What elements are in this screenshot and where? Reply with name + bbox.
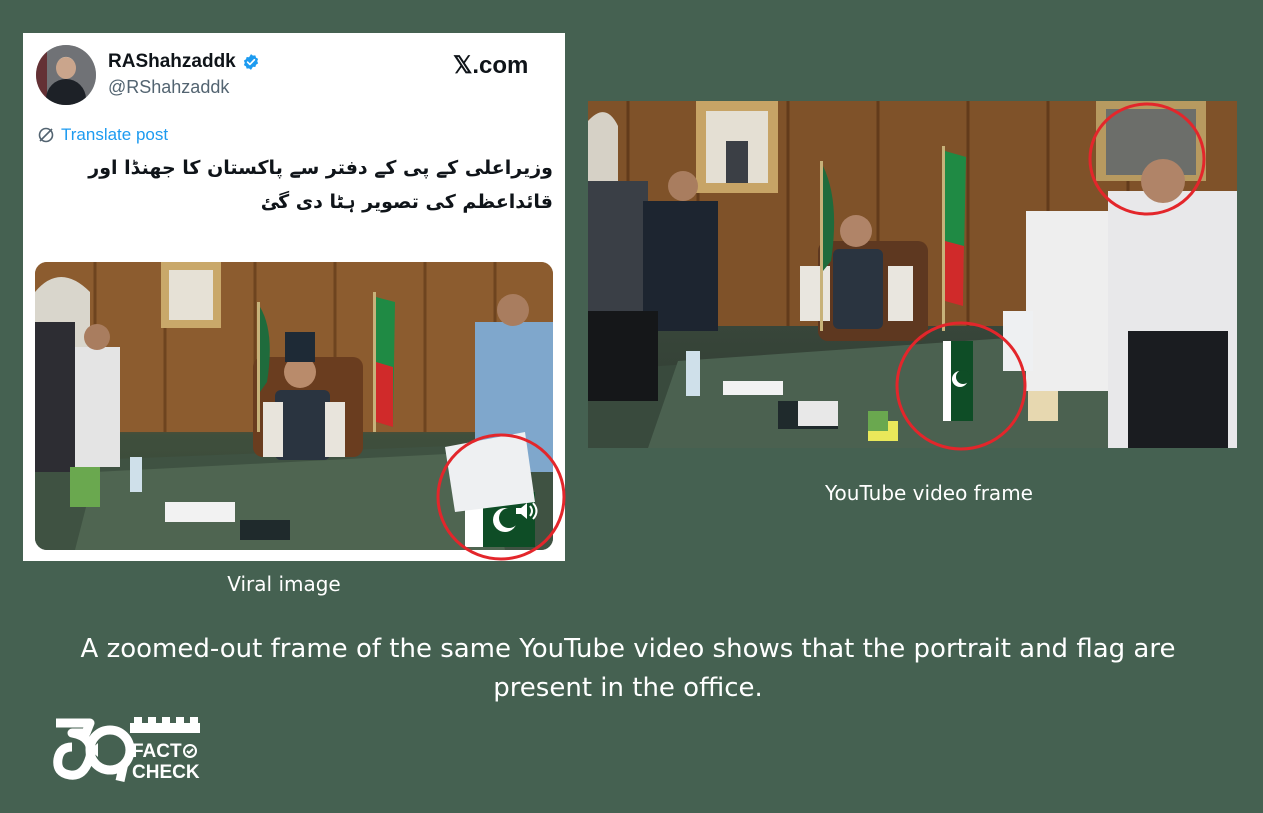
translate-icon [38, 127, 54, 143]
fact-check-logo-graphic: FACT CHECK [53, 717, 200, 783]
verified-badge-icon [243, 54, 258, 70]
highlight-circle-viral-flag [436, 433, 566, 561]
tweet-text: وزیراعلی کے پی کے دفتر سے پاکستان کا جھن… [88, 157, 553, 213]
tweet-author-row: RAShahzaddk [108, 51, 260, 73]
fact-check-logo: FACT CHECK [50, 715, 210, 790]
logo-text-check: CHECK [132, 762, 200, 783]
display-name[interactable]: RAShahzaddk [108, 51, 236, 73]
x-com-logo: 𝕏.com [453, 52, 529, 79]
viral-image-caption: Viral image [227, 572, 341, 596]
translate-post-label: Translate post [61, 125, 169, 144]
avatar[interactable] [36, 45, 96, 105]
youtube-frame-caption: YouTube video frame [825, 481, 1033, 505]
logo-text-fact: FACT [132, 741, 182, 762]
handle[interactable]: @RShahzaddk [108, 77, 229, 98]
translate-post-link[interactable]: Translate post [37, 125, 168, 145]
highlight-circle-portrait [1088, 102, 1206, 216]
highlight-circle-yt-flag [895, 321, 1027, 451]
main-caption: A zoomed-out frame of the same YouTube v… [80, 634, 1176, 703]
